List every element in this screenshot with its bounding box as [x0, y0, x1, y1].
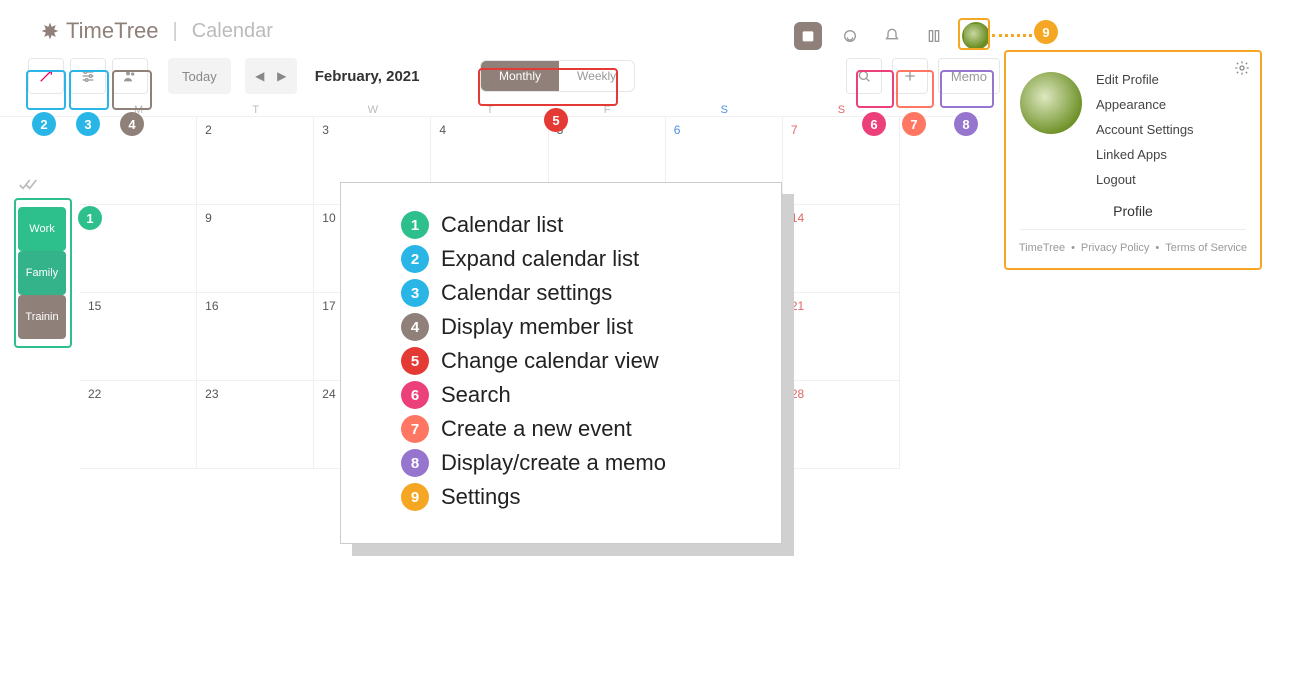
- legend-text: Create a new event: [441, 416, 632, 442]
- legend-row: 7 Create a new event: [401, 415, 755, 443]
- prev-month-button[interactable]: ◀: [251, 69, 269, 83]
- weekday-header: MTWTFSS: [0, 100, 980, 116]
- legend-text: Expand calendar list: [441, 246, 639, 272]
- legend-text: Calendar list: [441, 212, 563, 238]
- popover-item[interactable]: Account Settings: [1096, 122, 1194, 137]
- create-event-button[interactable]: [892, 58, 928, 94]
- legend-badge: 6: [401, 381, 429, 409]
- calendar-chip[interactable]: Trainin: [18, 295, 66, 339]
- support-icon[interactable]: [836, 22, 864, 50]
- weekday-label: S: [783, 104, 900, 116]
- top-icon-strip: [794, 22, 990, 50]
- popover-footer: TimeTree•Privacy Policy•Terms of Service: [1006, 230, 1260, 258]
- legend-row: 1 Calendar list: [401, 211, 755, 239]
- avatar[interactable]: [962, 22, 990, 50]
- brand-bar: TimeTree | Calendar: [0, 0, 1300, 52]
- legend-badge: 9: [401, 483, 429, 511]
- legend-badge: 7: [401, 415, 429, 443]
- calendar-chip[interactable]: Family: [18, 251, 66, 295]
- footer-link[interactable]: Terms of Service: [1165, 242, 1247, 254]
- legend-row: 5 Change calendar view: [401, 347, 755, 375]
- date-cell[interactable]: 9: [197, 205, 314, 293]
- date-cell[interactable]: 23: [197, 381, 314, 469]
- popover-item[interactable]: Edit Profile: [1096, 72, 1194, 87]
- apps-icon[interactable]: [920, 22, 948, 50]
- legend-text: Calendar settings: [441, 280, 612, 306]
- expand-calendar-list-button[interactable]: [28, 58, 64, 94]
- badge-1: 1: [78, 206, 102, 230]
- date-cell[interactable]: 28: [783, 381, 900, 469]
- brand-separator: |: [173, 20, 178, 43]
- next-month-button[interactable]: ▶: [273, 69, 291, 83]
- legend-badge: 4: [401, 313, 429, 341]
- badge-7: 7: [902, 112, 926, 136]
- footer-link[interactable]: TimeTree: [1019, 242, 1065, 254]
- date-cell[interactable]: 21: [783, 293, 900, 381]
- date-cell[interactable]: 14: [783, 205, 900, 293]
- brand-logo[interactable]: TimeTree: [40, 18, 159, 44]
- badge-8: 8: [954, 112, 978, 136]
- weekday-label: W: [314, 104, 431, 116]
- badge-9: 9: [1034, 20, 1058, 44]
- popover-title: Profile: [1020, 195, 1246, 230]
- current-month-label: February, 2021: [315, 68, 420, 85]
- calendar-settings-button[interactable]: [70, 58, 106, 94]
- badge-5: 5: [544, 108, 568, 132]
- legend-text: Display/create a memo: [441, 450, 666, 476]
- legend-row: 4 Display member list: [401, 313, 755, 341]
- bell-icon[interactable]: [878, 22, 906, 50]
- legend-badge: 1: [401, 211, 429, 239]
- legend-row: 9 Settings: [401, 483, 755, 511]
- view-toggle: Monthly Weekly: [480, 60, 635, 92]
- footer-link[interactable]: Privacy Policy: [1081, 242, 1149, 254]
- legend-badge: 5: [401, 347, 429, 375]
- memo-button[interactable]: Memo: [938, 58, 1000, 94]
- weekday-label: S: [666, 104, 783, 116]
- badge-2: 2: [32, 112, 56, 136]
- legend-text: Change calendar view: [441, 348, 659, 374]
- legend-text: Settings: [441, 484, 521, 510]
- weekday-label: T: [197, 104, 314, 116]
- calendar-app-icon[interactable]: [794, 22, 822, 50]
- badge-4: 4: [120, 112, 144, 136]
- gear-icon[interactable]: [1234, 60, 1250, 81]
- legend-panel: 1 Calendar list 2 Expand calendar list 3 Cale…: [340, 182, 782, 544]
- legend-badge: 2: [401, 245, 429, 273]
- brand-name: TimeTree: [66, 18, 159, 44]
- popover-item[interactable]: Linked Apps: [1096, 147, 1194, 162]
- settings-popover: Edit Profile Appearance Account Settings Li…: [1004, 50, 1262, 270]
- member-list-button[interactable]: [112, 58, 148, 94]
- calendar-chip[interactable]: Work: [18, 207, 66, 251]
- profile-avatar: [1020, 72, 1082, 134]
- legend-text: Display member list: [441, 314, 633, 340]
- today-button[interactable]: Today: [168, 58, 231, 94]
- view-monthly-tab[interactable]: Monthly: [481, 61, 559, 91]
- legend-row: 3 Calendar settings: [401, 279, 755, 307]
- badge-3: 3: [76, 112, 100, 136]
- date-cell[interactable]: 16: [197, 293, 314, 381]
- legend-badge: 3: [401, 279, 429, 307]
- legend-row: 8 Display/create a memo: [401, 449, 755, 477]
- legend-text: Search: [441, 382, 511, 408]
- brand-section: Calendar: [192, 20, 273, 43]
- popover-item[interactable]: Logout: [1096, 172, 1194, 187]
- legend-badge: 8: [401, 449, 429, 477]
- legend-row: 6 Search: [401, 381, 755, 409]
- popover-item[interactable]: Appearance: [1096, 97, 1194, 112]
- date-cell[interactable]: 22: [80, 381, 197, 469]
- view-weekly-tab[interactable]: Weekly: [559, 61, 634, 91]
- month-nav: ◀ ▶: [245, 58, 297, 94]
- search-button[interactable]: [846, 58, 882, 94]
- date-cell[interactable]: 2: [197, 117, 314, 205]
- legend-row: 2 Expand calendar list: [401, 245, 755, 273]
- weekday-label: T: [431, 104, 548, 116]
- calendar-list-sidebar: WorkFamilyTrainin: [18, 178, 66, 339]
- check-all-icon[interactable]: [18, 178, 66, 197]
- date-cell[interactable]: 15: [80, 293, 197, 381]
- badge-6: 6: [862, 112, 886, 136]
